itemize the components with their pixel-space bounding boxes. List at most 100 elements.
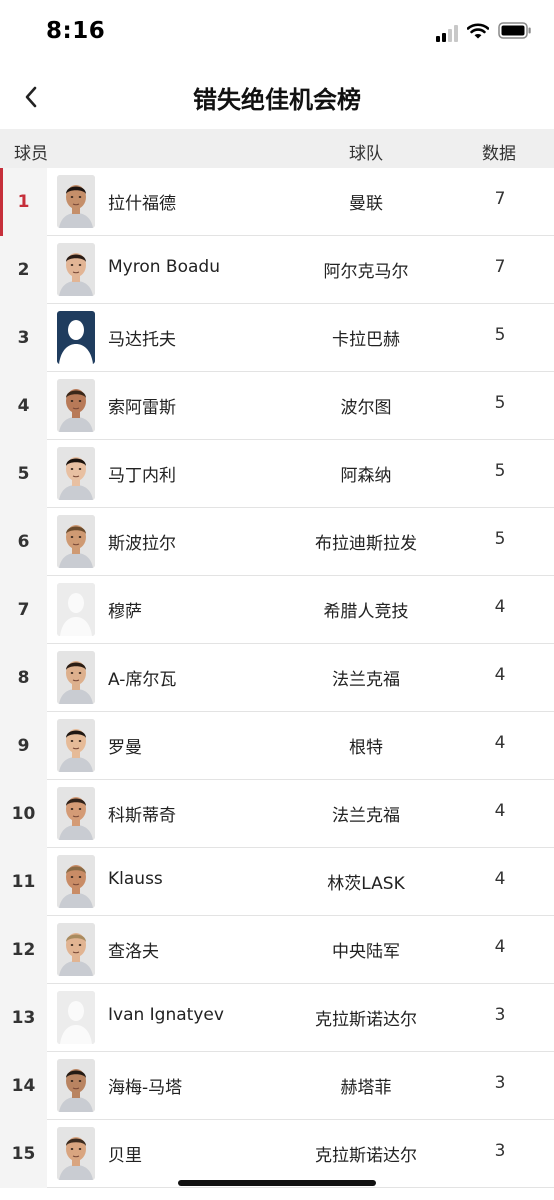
stat-value: 4 bbox=[494, 665, 506, 685]
player-avatar bbox=[57, 787, 95, 840]
rank-number: 9 bbox=[0, 712, 47, 780]
team-name[interactable]: 赫塔菲 bbox=[341, 1073, 392, 1098]
player-avatar bbox=[57, 243, 95, 296]
stat-value: 3 bbox=[494, 1141, 506, 1161]
table-header: 球员 球队 数据 bbox=[0, 129, 554, 168]
team-name[interactable]: 法兰克福 bbox=[332, 801, 400, 826]
team-name[interactable]: 克拉斯诺达尔 bbox=[315, 1005, 417, 1030]
rank-number: 11 bbox=[0, 848, 47, 916]
player-name[interactable]: 索阿雷斯 bbox=[108, 393, 176, 418]
table-row[interactable]: 14 海梅-马塔 赫塔菲 3 bbox=[0, 1052, 554, 1120]
stat-value: 5 bbox=[494, 325, 506, 345]
stat-value: 5 bbox=[494, 529, 506, 549]
player-name[interactable]: 斯波拉尔 bbox=[108, 529, 176, 554]
rank-number: 1 bbox=[0, 168, 47, 236]
table-row[interactable]: 5 马丁内利 阿森纳 5 bbox=[0, 440, 554, 508]
player-name[interactable]: 拉什福德 bbox=[108, 189, 176, 214]
battery-icon bbox=[498, 22, 532, 43]
player-name[interactable]: A-席尔瓦 bbox=[108, 665, 176, 690]
cellular-signal-icon bbox=[436, 24, 458, 42]
table-row[interactable]: 9 罗曼 根特 4 bbox=[0, 712, 554, 780]
stat-value: 4 bbox=[494, 869, 506, 889]
stat-value: 3 bbox=[494, 1073, 506, 1093]
status-time: 8:16 bbox=[46, 18, 106, 44]
player-name[interactable]: 科斯蒂奇 bbox=[108, 801, 176, 826]
table-row[interactable]: 11 Klauss 林茨LASK 4 bbox=[0, 848, 554, 916]
player-name[interactable]: Klauss bbox=[108, 869, 163, 889]
team-name[interactable]: 中央陆军 bbox=[332, 937, 400, 962]
team-name[interactable]: 阿尔克马尔 bbox=[324, 257, 409, 282]
player-avatar bbox=[57, 1127, 95, 1180]
column-header-player: 球员 bbox=[14, 144, 48, 164]
table-row[interactable]: 2 Myron Boadu 阿尔克马尔 7 bbox=[0, 236, 554, 304]
player-avatar bbox=[57, 855, 95, 908]
player-avatar bbox=[57, 719, 95, 772]
stat-value: 5 bbox=[494, 393, 506, 413]
player-name[interactable]: 罗曼 bbox=[108, 733, 142, 758]
rank-number: 2 bbox=[0, 236, 47, 304]
team-name[interactable]: 希腊人竞技 bbox=[324, 597, 409, 622]
column-header-team: 球队 bbox=[349, 144, 383, 164]
player-avatar bbox=[57, 379, 95, 432]
rank-number: 6 bbox=[0, 508, 47, 576]
status-icons bbox=[436, 22, 532, 43]
table-row[interactable]: 15 贝里 克拉斯诺达尔 3 bbox=[0, 1120, 554, 1188]
stat-value: 4 bbox=[494, 733, 506, 753]
table-row[interactable]: 7 穆萨 希腊人竞技 4 bbox=[0, 576, 554, 644]
rank-number: 14 bbox=[0, 1052, 47, 1120]
team-name[interactable]: 法兰克福 bbox=[332, 665, 400, 690]
player-name[interactable]: 穆萨 bbox=[108, 597, 142, 622]
table-row[interactable]: 10 科斯蒂奇 法兰克福 4 bbox=[0, 780, 554, 848]
app-screen: 8:16 错失绝佳机会榜 球员 球队 数据 1 拉什福德 曼联 7 2 Myro… bbox=[0, 0, 554, 1200]
player-name[interactable]: 贝里 bbox=[108, 1141, 142, 1166]
table-row[interactable]: 8 A-席尔瓦 法兰克福 4 bbox=[0, 644, 554, 712]
team-name[interactable]: 根特 bbox=[349, 733, 383, 758]
player-avatar bbox=[57, 583, 95, 636]
player-avatar bbox=[57, 1059, 95, 1112]
team-name[interactable]: 阿森纳 bbox=[341, 461, 392, 486]
player-avatar bbox=[57, 311, 95, 364]
column-header-data: 数据 bbox=[482, 144, 516, 164]
player-name[interactable]: 海梅-马塔 bbox=[108, 1073, 182, 1098]
table-row[interactable]: 3 马达托夫 卡拉巴赫 5 bbox=[0, 304, 554, 372]
player-avatar bbox=[57, 651, 95, 704]
player-name[interactable]: Myron Boadu bbox=[108, 257, 220, 277]
team-name[interactable]: 卡拉巴赫 bbox=[332, 325, 400, 350]
stat-value: 5 bbox=[494, 461, 506, 481]
table-row[interactable]: 12 查洛夫 中央陆军 4 bbox=[0, 916, 554, 984]
team-name[interactable]: 布拉迪斯拉发 bbox=[315, 529, 417, 554]
player-name[interactable]: 马丁内利 bbox=[108, 461, 176, 486]
wifi-icon bbox=[466, 22, 490, 43]
table-row[interactable]: 6 斯波拉尔 布拉迪斯拉发 5 bbox=[0, 508, 554, 576]
player-name[interactable]: 马达托夫 bbox=[108, 325, 176, 350]
rank-number: 8 bbox=[0, 644, 47, 712]
stat-value: 4 bbox=[494, 597, 506, 617]
team-name[interactable]: 克拉斯诺达尔 bbox=[315, 1141, 417, 1166]
player-avatar bbox=[57, 515, 95, 568]
player-avatar bbox=[57, 923, 95, 976]
player-avatar bbox=[57, 991, 95, 1044]
stat-value: 4 bbox=[494, 937, 506, 957]
status-bar: 8:16 bbox=[0, 0, 554, 66]
page-title: 错失绝佳机会榜 bbox=[193, 86, 361, 114]
team-name[interactable]: 曼联 bbox=[349, 189, 383, 214]
table-row[interactable]: 1 拉什福德 曼联 7 bbox=[0, 168, 554, 236]
team-name[interactable]: 林茨LASK bbox=[327, 869, 404, 894]
stat-value: 3 bbox=[494, 1005, 506, 1025]
table-row[interactable]: 13 Ivan Ignatyev 克拉斯诺达尔 3 bbox=[0, 984, 554, 1052]
rank-number: 3 bbox=[0, 304, 47, 372]
player-name[interactable]: 查洛夫 bbox=[108, 937, 159, 962]
home-indicator bbox=[178, 1180, 376, 1186]
stat-value: 7 bbox=[494, 189, 506, 209]
rank-number: 4 bbox=[0, 372, 47, 440]
rank-number: 10 bbox=[0, 780, 47, 848]
player-name[interactable]: Ivan Ignatyev bbox=[108, 1005, 224, 1025]
rank-number: 13 bbox=[0, 984, 47, 1052]
table-row[interactable]: 4 索阿雷斯 波尔图 5 bbox=[0, 372, 554, 440]
ranking-list: 1 拉什福德 曼联 7 2 Myron Boadu 阿尔克马尔 7 3 马达托夫 卡拉巴赫 5 4 索阿雷… bbox=[0, 168, 554, 1188]
stat-value: 7 bbox=[494, 257, 506, 277]
player-avatar bbox=[57, 175, 95, 228]
rank-number: 12 bbox=[0, 916, 47, 984]
team-name[interactable]: 波尔图 bbox=[341, 393, 392, 418]
rank-number: 15 bbox=[0, 1120, 47, 1188]
